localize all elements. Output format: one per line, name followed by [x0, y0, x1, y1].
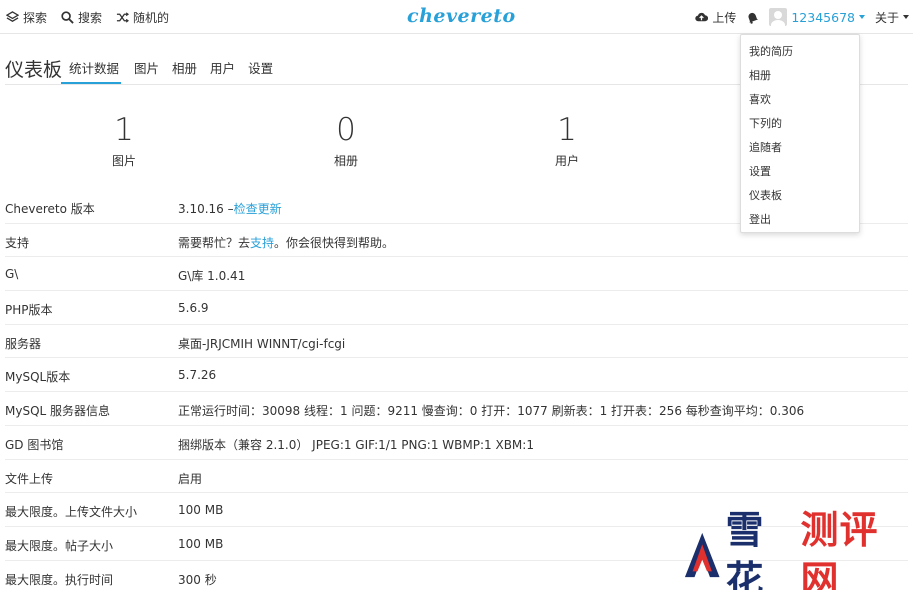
menu-item-following[interactable]: 下列的: [741, 113, 859, 137]
tab-settings[interactable]: 设置: [248, 49, 273, 84]
row-value: 桌面-JRJCMIH WINNT/cgi-fcgi: [178, 336, 346, 351]
tab-albums[interactable]: 相册: [172, 49, 197, 84]
stat-value: 0: [336, 112, 356, 148]
menu-item-dashboard[interactable]: 仪表板: [741, 185, 859, 209]
row-value: 正常运行时间：30098 线程：1 问题：9211 慢查询：0 打开：1077 …: [178, 404, 805, 419]
menu-item-profile[interactable]: 我的简历: [741, 41, 859, 65]
bell-icon: [748, 12, 759, 24]
row-value: 捆绑版本（兼容 2.1.0） JPEG:1 GIF:1/1 PNG:1 WBMP…: [178, 437, 534, 452]
watermark-text-b: 测评网: [800, 508, 879, 590]
table-row: GD 图书馆 捆绑版本（兼容 2.1.0） JPEG:1 GIF:1/1 PNG…: [5, 426, 908, 460]
row-key: 服务器: [5, 336, 42, 351]
table-row: 服务器 桌面-JRJCMIH WINNT/cgi-fcgi: [5, 325, 908, 359]
chevron-down-icon: [858, 15, 865, 19]
watermark-logo-icon: [684, 532, 720, 578]
tab-images[interactable]: 图片: [134, 49, 159, 84]
row-key: MySQL版本: [5, 370, 71, 385]
about-menu[interactable]: 关于: [875, 9, 909, 26]
stat-label: 相册: [333, 154, 358, 168]
row-key: Chevereto 版本: [5, 202, 95, 216]
table-row: PHP版本 5.6.9: [5, 291, 908, 325]
tab-users[interactable]: 用户: [210, 49, 235, 84]
row-key: 最大限度。帖子大小: [5, 538, 114, 553]
notifications-button[interactable]: [746, 11, 759, 24]
row-value: 启用: [178, 471, 203, 486]
upload-label: 上传: [712, 10, 737, 25]
stat-label: 图片: [111, 154, 136, 168]
row-value: 5.6.9: [178, 301, 209, 316]
table-row: 文件上传 启用: [5, 460, 908, 494]
watermark-text-a: 雪花: [725, 508, 765, 590]
tab-stats[interactable]: 统计数据: [61, 49, 122, 84]
row-key: GD 图书馆: [5, 437, 64, 452]
user-dropdown-menu: 我的简历 相册 喜欢 下列的 追随者 设置 仪表板 登出: [740, 34, 860, 233]
row-value: 300 秒: [178, 572, 217, 587]
table-row: MySQL 服务器信息 正常运行时间：30098 线程：1 问题：9211 慢查…: [5, 392, 908, 426]
menu-item-settings[interactable]: 设置: [741, 161, 859, 185]
row-value: 3.10.16 –检查更新: [178, 200, 282, 217]
dashboard-tabs: 统计数据 图片 相册 用户 设置: [61, 49, 286, 84]
menu-item-logout[interactable]: 登出: [741, 209, 859, 233]
menu-item-followers[interactable]: 追随者: [741, 137, 859, 161]
stat-label: 用户: [554, 154, 579, 168]
search-link[interactable]: 搜索: [61, 9, 102, 26]
row-key: PHP版本: [5, 303, 53, 318]
stat-value: 1: [114, 112, 134, 148]
menu-item-likes[interactable]: 喜欢: [741, 89, 859, 113]
site-logo[interactable]: chevereto: [407, 5, 516, 27]
row-key: 文件上传: [5, 471, 54, 486]
stat-images: 1 图片: [64, 112, 184, 169]
row-value: 100 MB: [178, 536, 224, 551]
row-key: 支持: [5, 235, 30, 250]
watermark: 雪花 测评网: [683, 505, 913, 590]
explore-link[interactable]: 探索: [6, 9, 47, 26]
search-label: 搜索: [78, 10, 103, 25]
page-title: 仪表板: [5, 59, 63, 81]
support-pre: 需要帮忙？去: [178, 235, 251, 250]
row-value: 100 MB: [178, 503, 224, 518]
user-menu-toggle[interactable]: 12345678: [769, 8, 865, 26]
explore-label: 探索: [23, 10, 48, 25]
version-value: 3.10.16 –: [178, 202, 234, 216]
random-label: 随机的: [133, 10, 170, 25]
upload-link[interactable]: 上传: [695, 9, 736, 26]
username: 12345678: [791, 10, 865, 25]
shuffle-icon: [116, 11, 130, 23]
table-row: MySQL版本 5.7.26: [5, 358, 908, 393]
row-key: 最大限度。上传文件大小: [5, 505, 138, 520]
avatar: [769, 8, 788, 26]
row-key: MySQL 服务器信息: [5, 404, 111, 419]
random-link[interactable]: 随机的: [116, 9, 169, 26]
search-icon: [61, 10, 74, 24]
row-key: 最大限度。执行时间: [5, 572, 114, 587]
stat-users: 1 用户: [507, 112, 627, 169]
table-row: G\ G\库 1.0.41: [5, 257, 908, 292]
row-key: G\: [5, 267, 19, 282]
cloud-upload-icon: [695, 12, 709, 21]
top-nav-right: 上传 12345678 关于: [695, 0, 909, 34]
about-label: 关于: [874, 10, 899, 25]
row-value: 5.7.26: [178, 368, 217, 383]
top-nav-left: 探索 搜索 随机的: [6, 0, 169, 34]
check-updates-link[interactable]: 检查更新: [234, 202, 282, 216]
username-label: 12345678: [791, 9, 855, 25]
row-value: 需要帮忙？去支持。你会很快得到帮助。: [178, 234, 394, 251]
stat-value: 1: [557, 112, 577, 148]
layers-icon: [6, 10, 19, 22]
library-link[interactable]: G\库 1.0.41: [178, 267, 245, 284]
chevron-down-icon: [903, 15, 909, 19]
support-link[interactable]: 支持: [250, 236, 274, 250]
support-post: 。你会很快得到帮助。: [274, 235, 395, 250]
menu-item-albums[interactable]: 相册: [741, 65, 859, 89]
stat-albums: 0 相册: [286, 112, 406, 169]
top-navbar: 探索 搜索 随机的 chevereto 上传 12345678 关于: [0, 0, 913, 34]
